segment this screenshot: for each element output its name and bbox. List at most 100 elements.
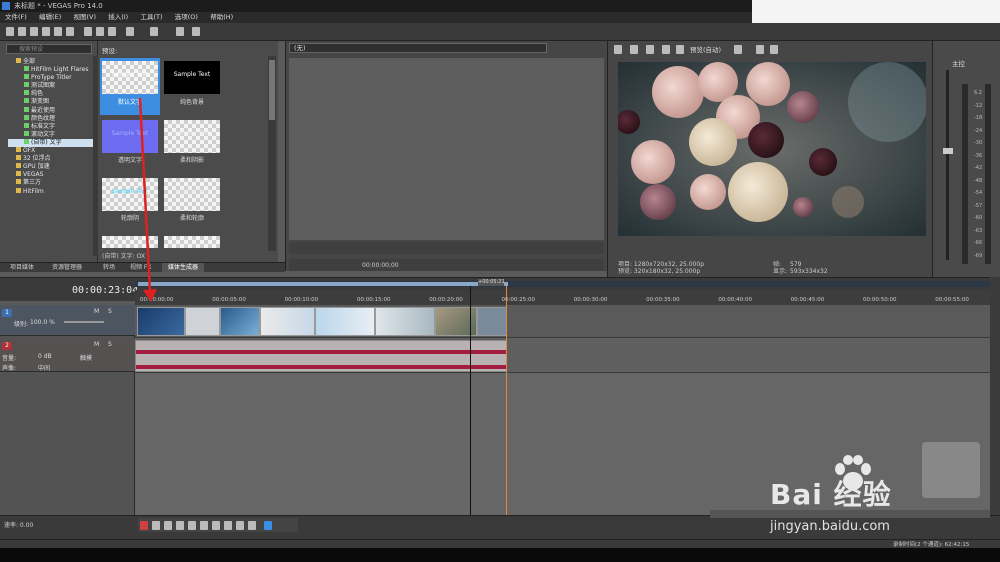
tree-item[interactable]: OFX	[8, 147, 96, 155]
pause-icon[interactable]	[188, 521, 196, 530]
go-to-end-icon[interactable]	[224, 521, 232, 530]
level-slider[interactable]	[64, 321, 104, 323]
video-clip[interactable]	[137, 307, 185, 336]
menu-help[interactable]: 帮助(H)	[210, 12, 233, 23]
tab-transitions[interactable]: 转场	[103, 263, 115, 272]
move-icon[interactable]	[646, 45, 654, 54]
trimmer-source-select[interactable]: (无)	[289, 43, 547, 53]
save-snapshot-icon[interactable]	[770, 45, 778, 54]
menu-options[interactable]: 选项(O)	[175, 12, 198, 23]
generator-icon	[24, 114, 29, 120]
overlay-icon[interactable]	[734, 45, 742, 54]
play-icon[interactable]	[176, 521, 184, 530]
loop-region[interactable]	[138, 282, 508, 286]
solo-button[interactable]: S	[108, 341, 112, 348]
preview-transport[interactable]	[705, 244, 835, 254]
preview-quality-select[interactable]: 预览(自动)	[690, 44, 721, 54]
tab-project-media[interactable]: 项目媒体	[10, 263, 34, 272]
gear-icon[interactable]	[614, 45, 622, 54]
mute-button[interactable]: M	[94, 308, 99, 315]
menu-file[interactable]: 文件(F)	[5, 12, 27, 23]
preset-thumb-soft-outline[interactable]: Sample Text	[164, 178, 220, 211]
mute-button[interactable]: M	[94, 341, 99, 348]
automation-mode[interactable]: 触摸	[80, 353, 92, 362]
tree-item[interactable]: 渐变图	[8, 98, 96, 106]
trimmer-transport[interactable]	[289, 242, 604, 254]
tree-item[interactable]: HitFilm Light Flares	[8, 66, 96, 74]
timeline-vertical-scrollbar[interactable]	[990, 277, 1000, 517]
next-frame-icon[interactable]	[248, 521, 256, 530]
menu-insert[interactable]: 插入(I)	[108, 12, 128, 23]
window-controls-area	[752, 0, 1000, 23]
menu-view[interactable]: 视图(V)	[73, 12, 96, 23]
tree-item[interactable]: 第三方	[8, 179, 96, 187]
preset-thumb-default[interactable]: Sample Text	[102, 61, 158, 94]
tree-item[interactable]: VEGAS	[8, 171, 96, 179]
tab-explorer[interactable]: 资源管理器	[52, 263, 82, 272]
video-clip[interactable]	[477, 307, 507, 336]
new-icon[interactable]	[6, 27, 14, 36]
tab-media-generators[interactable]: 媒体生成器	[162, 263, 205, 272]
tree-item-selected[interactable]: (自带) 文字	[8, 138, 96, 148]
record-icon[interactable]	[140, 521, 148, 530]
tab-video-fx[interactable]: 视频 FX	[130, 263, 151, 272]
undo-icon[interactable]	[126, 27, 134, 36]
audio-clip[interactable]	[135, 340, 507, 372]
solo-button[interactable]: S	[108, 308, 112, 315]
settings-icon[interactable]	[66, 27, 74, 36]
copy-snapshot-icon[interactable]	[756, 45, 764, 54]
trimmer-tool-icons[interactable]	[551, 43, 603, 53]
preset-thumb-partial[interactable]	[102, 236, 158, 248]
tree-item[interactable]: 纯色	[8, 90, 96, 98]
video-clip[interactable]	[185, 307, 220, 336]
video-clip[interactable]	[315, 307, 375, 336]
search-input[interactable]: 搜索预设	[6, 44, 92, 54]
presets-scroll-thumb[interactable]	[269, 60, 275, 120]
tree-item[interactable]: 最近使用	[8, 106, 96, 115]
master-fader-knob[interactable]	[943, 148, 953, 154]
tree-item[interactable]: HitFilm	[8, 187, 96, 196]
video-track-header[interactable]: 1 级别: 100.0 % M S	[0, 305, 135, 336]
preset-thumb-solid-bg[interactable]: Sample Text	[164, 61, 220, 94]
trim-icon[interactable]	[176, 27, 184, 36]
audio-track-header[interactable]: 2 音量: 0 dB 触摸 声像: 中间 M S	[0, 338, 135, 372]
paste-icon[interactable]	[108, 27, 116, 36]
tree-item[interactable]: 32 位浮点	[8, 155, 96, 163]
video-clip[interactable]	[220, 307, 260, 336]
preset-thumb-soft-shadow[interactable]: Sample Text	[164, 120, 220, 153]
save-icon[interactable]	[30, 27, 38, 36]
preset-thumb-outline[interactable]: Sample Text	[102, 178, 158, 211]
render-icon[interactable]	[54, 27, 62, 36]
quality-icon[interactable]	[676, 45, 684, 54]
tree-item[interactable]: GPU 加速	[8, 163, 96, 171]
open-icon[interactable]	[18, 27, 26, 36]
copy-icon[interactable]	[96, 27, 104, 36]
play-from-start-icon[interactable]	[164, 521, 172, 530]
tree-item[interactable]: 测试图案	[8, 82, 96, 90]
video-clip[interactable]	[260, 307, 315, 336]
playback-rate[interactable]: 速率: 0.00	[4, 520, 33, 529]
go-to-start-icon[interactable]	[212, 521, 220, 530]
menu-tools[interactable]: 工具(T)	[140, 12, 162, 23]
loop-icon[interactable]	[152, 521, 160, 530]
preset-thumb-transparent[interactable]: Sample Text	[102, 120, 158, 153]
external-monitor-icon[interactable]	[630, 45, 638, 54]
redo-icon[interactable]	[150, 27, 158, 36]
stop-icon[interactable]	[200, 521, 208, 530]
split-screen-icon[interactable]	[662, 45, 670, 54]
tree-item[interactable]: 颜色纹理	[8, 114, 96, 123]
help-icon[interactable]	[192, 27, 200, 36]
preset-thumb-partial[interactable]	[164, 236, 220, 248]
tree-item[interactable]: 标准文字	[8, 122, 96, 131]
playhead-cursor[interactable]	[470, 286, 471, 516]
menu-edit[interactable]: 编辑(E)	[39, 12, 61, 23]
pan-label: 声像:	[2, 365, 17, 372]
normal-edit-tool-icon[interactable]	[264, 521, 272, 530]
tree-item[interactable]: 全部	[8, 58, 96, 66]
properties-icon[interactable]	[42, 27, 50, 36]
video-clip[interactable]	[375, 307, 435, 336]
cut-icon[interactable]	[84, 27, 92, 36]
tree-item[interactable]: 滚动文字	[8, 130, 96, 139]
previous-frame-icon[interactable]	[236, 521, 244, 530]
timeline-ruler[interactable]	[135, 290, 990, 306]
